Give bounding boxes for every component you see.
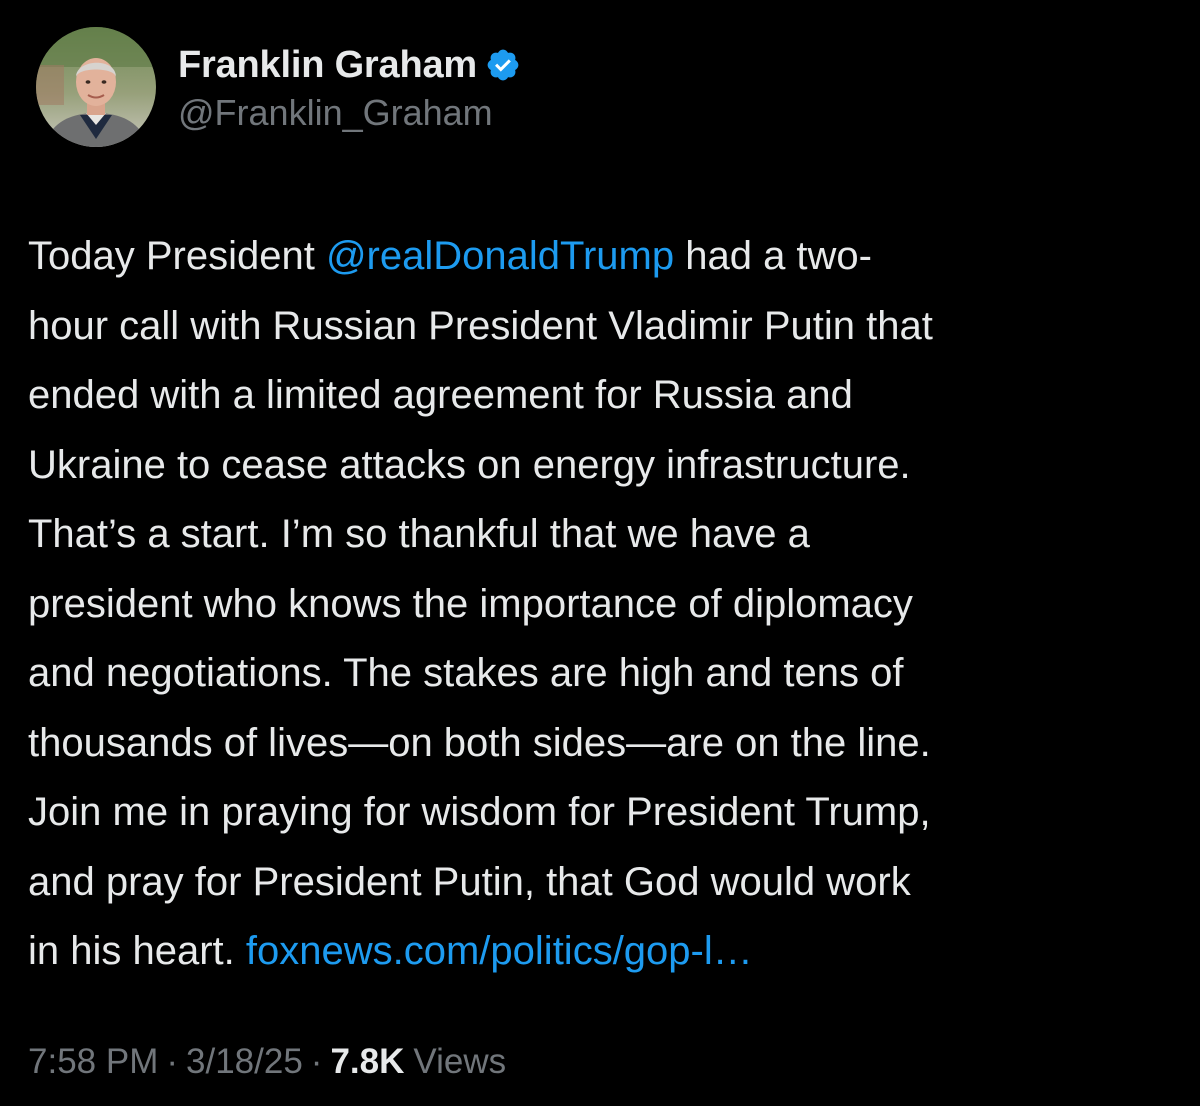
tweet-time[interactable]: 7:58 PM — [28, 1042, 158, 1082]
tweet-text: Today President @realDonaldTrump had a t… — [28, 222, 1188, 987]
separator: · — [166, 1042, 179, 1081]
display-name[interactable]: Franklin Graham — [178, 44, 477, 87]
verified-badge-icon[interactable] — [485, 47, 521, 83]
tweet-text-line: hour call with Russian President Vladimi… — [28, 292, 1188, 362]
user-handle[interactable]: @Franklin_Graham — [178, 92, 521, 134]
tweet-text-segment: and negotiations. The stakes are high an… — [28, 651, 904, 695]
tweet-text-segment: Join me in praying for wisdom for Presid… — [28, 790, 931, 834]
separator: · — [310, 1042, 323, 1081]
tweet-text-segment: hour call with Russian President Vladimi… — [28, 303, 933, 348]
tweet-text-segment: had a two- — [674, 234, 872, 278]
tweet-text-line: and negotiations. The stakes are high an… — [28, 639, 1188, 709]
tweet-text-line: and pray for President Putin, that God w… — [28, 848, 1188, 918]
tweet-text-segment: in his heart. — [28, 929, 246, 973]
tweet-metadata: 7:58 PM · 3/18/25 · 7.8K Views — [28, 1042, 506, 1082]
url-link[interactable]: foxnews.com/politics/gop-l… — [246, 929, 753, 973]
tweet-text-line: That’s a start. I’m so thankful that we … — [28, 500, 1188, 570]
tweet-text-line: ended with a limited agreement for Russi… — [28, 361, 1188, 431]
user-info: Franklin Graham @Franklin_Graham — [178, 40, 521, 134]
tweet-text-line: thousands of lives—on both sides—are on … — [28, 709, 1188, 779]
tweet-text-line: Ukraine to cease attacks on energy infra… — [28, 431, 1188, 501]
tweet-text-segment: ended with a limited agreement for Russi… — [28, 373, 853, 417]
views-label[interactable]: Views — [413, 1042, 506, 1082]
tweet-text-line: president who knows the importance of di… — [28, 570, 1188, 640]
views-count[interactable]: 7.8K — [330, 1042, 404, 1082]
tweet-text-segment: That’s a start. I’m so thankful that we … — [28, 512, 810, 556]
tweet-text-line: Join me in praying for wisdom for Presid… — [28, 778, 1188, 848]
tweet-text-line: Today President @realDonaldTrump had a t… — [28, 222, 1188, 292]
profile-photo — [36, 27, 156, 147]
tweet-text-segment: Ukraine to cease attacks on energy infra… — [28, 442, 911, 487]
avatar[interactable] — [36, 27, 156, 147]
mention-link[interactable]: @realDonaldTrump — [326, 234, 674, 278]
tweet-header: Franklin Graham @Franklin_Graham — [36, 27, 521, 147]
tweet: Franklin Graham @Franklin_Graham Today P… — [0, 0, 1200, 1106]
name-row: Franklin Graham — [178, 40, 521, 90]
tweet-text-segment: thousands of lives—on both sides—are on … — [28, 720, 931, 765]
tweet-text-segment: Today President — [28, 234, 326, 278]
tweet-date[interactable]: 3/18/25 — [186, 1042, 303, 1082]
tweet-text-line: in his heart. foxnews.com/politics/gop-l… — [28, 917, 1188, 987]
tweet-text-segment: president who knows the importance of di… — [28, 581, 913, 626]
tweet-text-segment: and pray for President Putin, that God w… — [28, 859, 911, 904]
